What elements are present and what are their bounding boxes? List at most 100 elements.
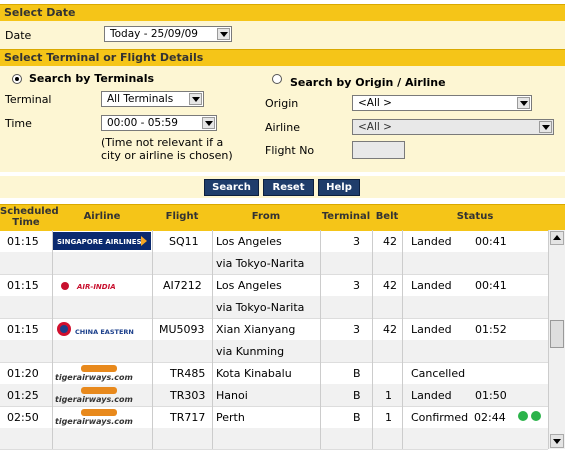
- date-label: Date: [5, 29, 32, 42]
- row-status-time: 00:41: [475, 279, 507, 292]
- svg-text:tigerairways.com: tigerairways.com: [55, 395, 133, 404]
- col-airline: Airline: [83, 211, 121, 222]
- table-row-via: via Kunming: [0, 340, 548, 363]
- scroll-up-icon[interactable]: [550, 231, 564, 245]
- row-flight: TR303: [170, 389, 206, 402]
- row-belt: 1: [385, 389, 392, 402]
- reset-button[interactable]: Reset: [263, 179, 314, 196]
- row-from: Los Angeles: [216, 235, 282, 248]
- row-time: 01:15: [7, 323, 39, 336]
- row-status: Cancelled: [411, 367, 466, 380]
- row-belt: 42: [383, 279, 397, 292]
- row-status: Landed: [411, 235, 452, 248]
- table-row[interactable]: 01:15 SINGAPORE AIRLINES SQ11 Los Angele…: [0, 230, 548, 253]
- table-scrollbar[interactable]: [548, 230, 565, 449]
- time-select[interactable]: 00:00 - 05:59: [101, 115, 217, 131]
- table-row[interactable]: 02:50 tigerairways.com TR717 Perth B 1 C…: [0, 406, 548, 429]
- terminal-select-value: All Terminals: [107, 93, 174, 105]
- row-via: via Tokyo-Narita: [216, 301, 305, 314]
- flight-no-input[interactable]: [352, 141, 405, 159]
- row-flight: TR485: [170, 367, 206, 380]
- row-time: 01:25: [7, 389, 39, 402]
- table-row[interactable]: 01:15 CHINA EASTERN MU5093 Xian Xianyang…: [0, 318, 548, 341]
- date-select[interactable]: Today - 25/09/09: [104, 26, 232, 42]
- row-from: Kota Kinabalu: [216, 367, 292, 380]
- col-flight: Flight: [165, 211, 199, 222]
- row-status-time: 01:52: [475, 323, 507, 336]
- airline-select-value: <All >: [358, 121, 392, 133]
- row-via: via Tokyo-Narita: [216, 257, 305, 270]
- help-button[interactable]: Help: [318, 179, 360, 196]
- table-row[interactable]: 01:20 tigerairways.com TR485 Kota Kinaba…: [0, 362, 548, 385]
- table-row-via: via Tokyo-Narita: [0, 252, 548, 275]
- row-terminal: B: [353, 367, 361, 380]
- row-flight: AI7212: [163, 279, 202, 292]
- time-label: Time: [5, 117, 32, 130]
- col-status: Status: [456, 211, 494, 222]
- singapore-airlines-logo: SINGAPORE AIRLINES: [53, 232, 151, 250]
- row-flight: SQ11: [169, 235, 199, 248]
- airline-label: Airline: [265, 121, 300, 134]
- by-terminals-radio[interactable]: [12, 74, 22, 84]
- svg-text:SINGAPORE AIRLINES: SINGAPORE AIRLINES: [57, 238, 142, 246]
- table-row[interactable]: 01:15 AIR-INDIA AI7212 Los Angeles 3 42 …: [0, 274, 548, 297]
- row-time: 01:15: [7, 279, 39, 292]
- time-note-line2: city or airline is chosen): [101, 149, 233, 162]
- status-dot-icon: [531, 411, 541, 421]
- svg-text:AIR-INDIA: AIR-INDIA: [76, 283, 116, 291]
- row-from: Xian Xianyang: [216, 323, 296, 336]
- row-terminal: 3: [353, 279, 360, 292]
- row-time: 01:15: [7, 235, 39, 248]
- col-scheduled: Scheduled: [0, 206, 59, 217]
- search-button[interactable]: Search: [204, 179, 259, 196]
- row-terminal: B: [353, 389, 361, 402]
- table-header: Scheduled Time Airline Flight From Termi…: [0, 204, 565, 231]
- row-status: Landed: [411, 279, 452, 292]
- row-belt: 42: [383, 323, 397, 336]
- terminal-select[interactable]: All Terminals: [101, 91, 204, 107]
- row-flight: TR717: [170, 411, 206, 424]
- row-flight: MU5093: [159, 323, 205, 336]
- scroll-thumb[interactable]: [550, 320, 564, 348]
- svg-text:tigerairways.com: tigerairways.com: [55, 373, 133, 382]
- row-terminal: B: [353, 411, 361, 424]
- terminal-label: Terminal: [5, 93, 52, 106]
- chevron-down-icon: [539, 121, 552, 133]
- svg-text:CHINA EASTERN: CHINA EASTERN: [75, 328, 134, 336]
- row-status: Confirmed: [411, 411, 469, 424]
- by-origin-radio[interactable]: [272, 74, 282, 84]
- terminal-panel: Search by Terminals Search by Origin / A…: [0, 66, 565, 172]
- row-status: Landed: [411, 323, 452, 336]
- col-terminal: Terminal: [321, 211, 371, 222]
- date-panel: Date Today - 25/09/09: [0, 21, 565, 49]
- row-belt: 42: [383, 235, 397, 248]
- chevron-down-icon: [517, 97, 530, 109]
- time-select-value: 00:00 - 05:59: [107, 117, 178, 129]
- col-from: From: [251, 211, 281, 222]
- flight-no-label: Flight No: [265, 144, 315, 157]
- scroll-down-icon[interactable]: [550, 434, 564, 448]
- terminal-section-header: Select Terminal or Flight Details: [0, 49, 565, 66]
- table-row[interactable]: 01:25 tigerairways.com TR303 Hanoi B 1 L…: [0, 384, 548, 407]
- col-belt: Belt: [375, 211, 399, 222]
- table-row-partial[interactable]: [0, 428, 548, 450]
- origin-label: Origin: [265, 97, 299, 110]
- row-time: 01:20: [7, 367, 39, 380]
- airline-select[interactable]: <All >: [352, 119, 554, 135]
- row-status-time: 01:50: [475, 389, 507, 402]
- origin-select-value: <All >: [358, 97, 392, 109]
- row-terminal: 3: [353, 235, 360, 248]
- tiger-airways-logo: tigerairways.com: [55, 365, 133, 382]
- chevron-down-icon: [202, 117, 215, 129]
- chevron-down-icon: [217, 28, 230, 40]
- row-status: Landed: [411, 389, 452, 402]
- svg-text:tigerairways.com: tigerairways.com: [55, 417, 133, 426]
- tiger-airways-logo: tigerairways.com: [55, 409, 133, 426]
- col-time: Time: [12, 217, 40, 228]
- table-row-via: via Tokyo-Narita: [0, 296, 548, 319]
- row-from: Perth: [216, 411, 245, 424]
- by-terminals-label: Search by Terminals: [29, 72, 155, 85]
- tiger-airways-logo: tigerairways.com: [55, 387, 133, 404]
- status-dot-icon: [518, 411, 528, 421]
- origin-select[interactable]: <All >: [352, 95, 532, 111]
